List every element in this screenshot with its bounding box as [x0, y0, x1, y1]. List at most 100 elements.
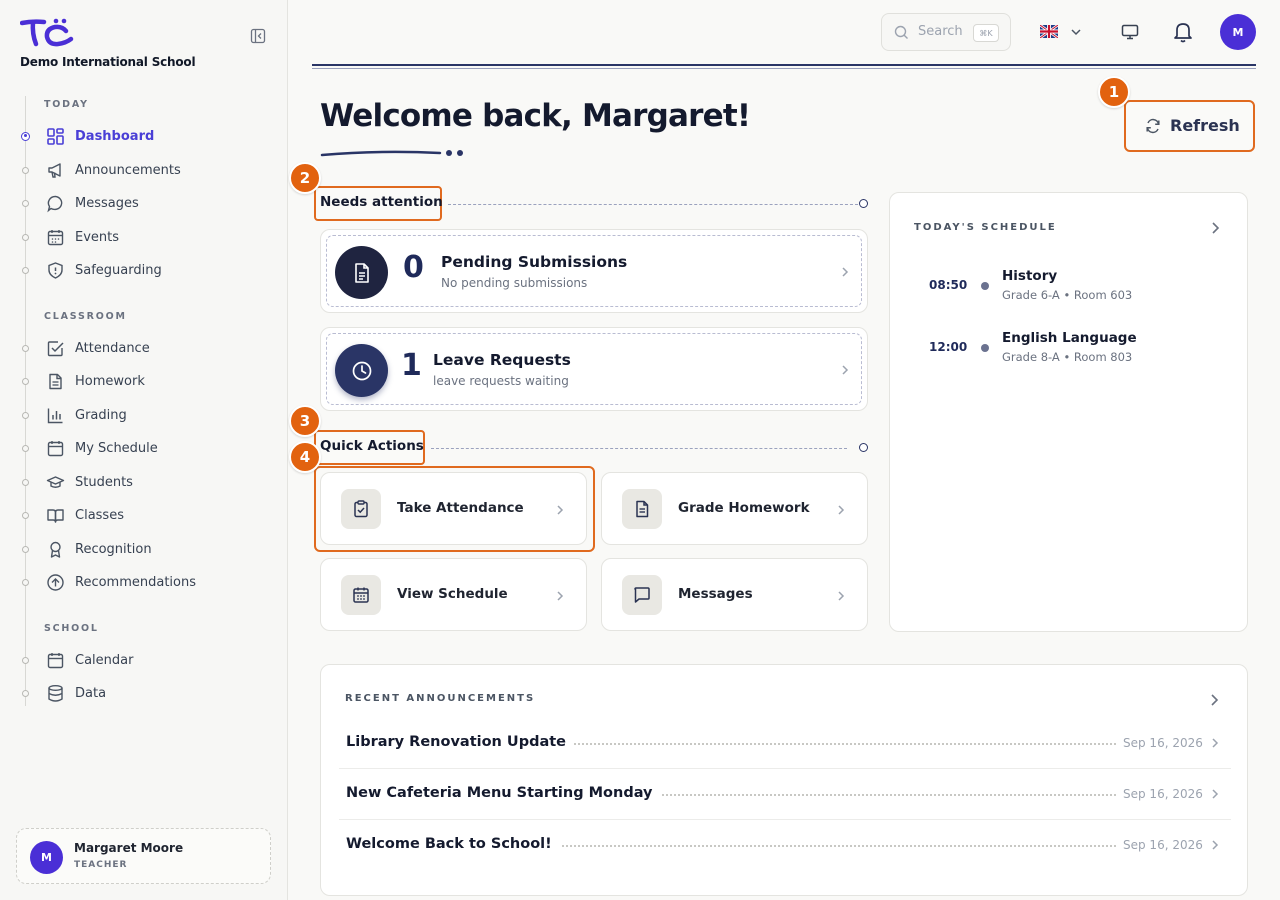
uk-flag-icon [1039, 23, 1059, 40]
nav-dot [22, 411, 29, 419]
annotation-marker: 1 [1098, 76, 1130, 108]
annotation-marker: 4 [289, 441, 321, 473]
view-schedule-button[interactable]: View Schedule [320, 558, 587, 631]
sidebar-item-dashboard[interactable]: Dashboard [0, 121, 288, 151]
calendar-icon [46, 439, 65, 458]
document-icon [335, 246, 388, 299]
schedule-time: 08:50 [929, 278, 968, 292]
bell-icon[interactable] [1172, 20, 1194, 44]
sidebar-item-label: Safeguarding [75, 262, 162, 278]
nav-section-classroom: CLASSROOM [44, 311, 127, 322]
leave-requests-card[interactable]: 1 Leave Requests leave requests waiting [320, 327, 868, 411]
sidebar-item-attendance[interactable]: Attendance [0, 333, 288, 363]
header-divider [312, 68, 1256, 69]
quick-action-label: Grade Homework [678, 500, 810, 516]
sidebar-item-label: Calendar [75, 652, 134, 668]
schedule-subject[interactable]: English Language [1002, 330, 1137, 346]
sidebar-item-label: Dashboard [75, 128, 155, 144]
chat-bubble-icon [46, 194, 65, 213]
chevron-down-icon [1070, 26, 1082, 38]
nav-dot [21, 131, 30, 141]
sidebar-item-recognition[interactable]: Recognition [0, 534, 288, 564]
schedule-detail: Grade 8-A • Room 803 [1002, 350, 1133, 364]
schedule-dot [981, 344, 989, 352]
arrow-up-circle-icon [46, 573, 65, 592]
row-leader-dots [539, 845, 1116, 847]
announcement-item[interactable]: Library Renovation Update Sep 16, 2026 [339, 719, 1231, 769]
monitor-icon[interactable] [1120, 22, 1140, 42]
sidebar-item-events[interactable]: Events [0, 222, 288, 252]
checkbox-icon [46, 339, 65, 358]
announcements-title: RECENT ANNOUNCEMENTS [345, 693, 536, 704]
sidebar-item-label: Events [75, 229, 120, 245]
calendar-icon [46, 228, 65, 247]
nav-section-school: SCHOOL [44, 623, 99, 634]
sidebar-item-grading[interactable]: Grading [0, 400, 288, 430]
sidebar-item-announcements[interactable]: Announcements [0, 155, 288, 185]
nav-dot [22, 266, 29, 274]
refresh-button[interactable]: Refresh [1124, 100, 1255, 152]
chat-bubble-icon [622, 575, 662, 615]
search-shortcut: ⌘K [973, 24, 999, 42]
nav-dot [22, 444, 29, 452]
chevron-right-icon[interactable] [1208, 221, 1222, 235]
sidebar-item-label: Announcements [75, 162, 181, 178]
sidebar-item-messages[interactable]: Messages [0, 188, 288, 218]
user-profile-card[interactable]: M Margaret Moore TEACHER [16, 828, 271, 884]
chevron-right-icon[interactable] [1207, 693, 1221, 707]
sidebar-item-my-schedule[interactable]: My Schedule [0, 433, 288, 463]
nav-dot [22, 344, 29, 352]
sidebar-item-label: Classes [75, 507, 124, 523]
nav-dot [22, 578, 29, 586]
sidebar-item-safeguarding[interactable]: Safeguarding [0, 255, 288, 285]
language-selector[interactable] [1038, 22, 1086, 42]
refresh-icon [1145, 118, 1161, 134]
schedule-detail: Grade 6-A • Room 603 [1002, 288, 1133, 302]
pending-submissions-card[interactable]: 0 Pending Submissions No pending submiss… [320, 229, 868, 313]
sidebar-item-calendar[interactable]: Calendar [0, 645, 288, 675]
quick-actions-title: Quick Actions [320, 438, 424, 454]
announcement-item[interactable]: Welcome Back to School! Sep 16, 2026 [339, 821, 1231, 871]
nav-dot [22, 377, 29, 385]
nav-dot [22, 199, 29, 207]
todays-schedule-panel: TODAY'S SCHEDULE 08:50 History Grade 6-A… [889, 192, 1248, 632]
title-underline [320, 146, 470, 160]
book-icon [46, 506, 65, 525]
quick-action-label: View Schedule [397, 586, 508, 602]
sidebar-item-homework[interactable]: Homework [0, 366, 288, 396]
announcement-date: Sep 16, 2026 [1123, 838, 1203, 852]
megaphone-icon [46, 161, 65, 180]
calendar-icon [46, 651, 65, 670]
chevron-right-icon [839, 364, 851, 376]
sidebar-item-recommendations[interactable]: Recommendations [0, 567, 288, 597]
announcement-title: Library Renovation Update [346, 734, 575, 750]
avatar[interactable]: M [1220, 14, 1256, 50]
clock-icon [335, 344, 388, 397]
sidebar-item-data[interactable]: Data [0, 678, 288, 708]
sidebar-item-label: Recognition [75, 541, 152, 557]
leave-requests-title: Leave Requests [433, 351, 571, 369]
school-logo-icon[interactable] [19, 18, 74, 52]
search-input[interactable]: Search ⌘K [881, 13, 1011, 51]
nav-dot [22, 689, 29, 697]
row-leader-dots [629, 794, 1116, 796]
sidebar-item-label: Messages [75, 195, 139, 211]
nav-dot [22, 166, 29, 174]
sidebar-item-students[interactable]: Students [0, 467, 288, 497]
quick-action-label: Messages [678, 586, 753, 602]
messages-button[interactable]: Messages [601, 558, 868, 631]
nav-dot [22, 511, 29, 519]
schedule-subject[interactable]: History [1002, 268, 1057, 284]
nav-section-today: TODAY [44, 99, 89, 110]
sidebar-item-label: Students [75, 474, 133, 490]
grade-homework-button[interactable]: Grade Homework [601, 472, 868, 545]
header-divider [312, 64, 1256, 66]
sidebar-item-classes[interactable]: Classes [0, 500, 288, 530]
announcement-item[interactable]: New Cafeteria Menu Starting Monday Sep 1… [339, 770, 1231, 820]
leave-requests-count: 1 [401, 348, 422, 383]
document-icon [46, 372, 65, 391]
chevron-right-icon [1209, 737, 1221, 749]
collapse-sidebar-icon[interactable] [250, 28, 268, 46]
schedule-time: 12:00 [929, 340, 968, 354]
annotation-marker: 2 [289, 162, 321, 194]
